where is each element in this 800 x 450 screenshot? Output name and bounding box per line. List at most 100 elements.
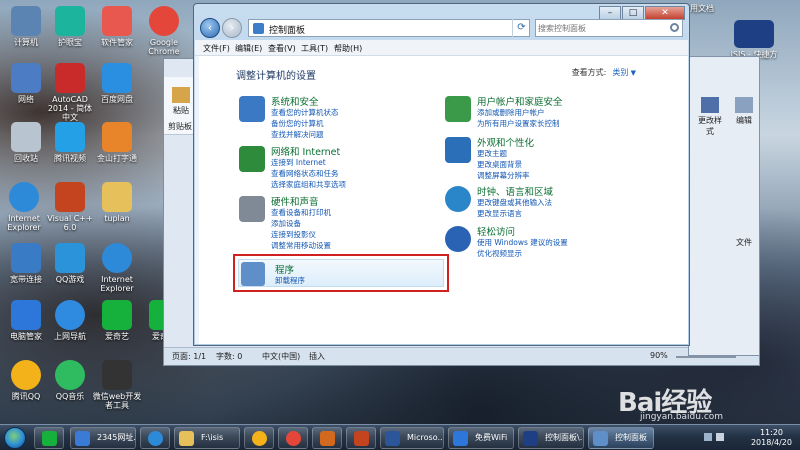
chrome-icon bbox=[149, 6, 179, 36]
search-input[interactable] bbox=[538, 21, 664, 35]
link-parental-controls[interactable]: 为所有用户设置家长控制 bbox=[477, 118, 560, 129]
desktop-icon-isis[interactable]: ISIS - 快捷方 bbox=[712, 20, 796, 59]
taskbar-iqiyi[interactable] bbox=[34, 427, 64, 449]
view-by-value[interactable]: 类别 bbox=[612, 68, 628, 77]
taskbar-wifi[interactable]: 免费WiFi bbox=[448, 427, 514, 449]
menu-edit[interactable]: 编辑(E) bbox=[235, 43, 262, 54]
zoom-slider[interactable] bbox=[676, 356, 736, 358]
desktop-icon-vc[interactable]: Visual C++ 6.0 bbox=[44, 182, 96, 232]
desktop-icon-software-manager[interactable]: 软件管家 bbox=[91, 6, 143, 47]
forward-button[interactable]: › bbox=[222, 18, 242, 38]
category-hardware-sound: 硬件和声音 查看设备和打印机 添加设备 连接到投影仪 调整常用移动设置 bbox=[239, 194, 439, 252]
desktop-icon-ie[interactable]: Internet Explorer bbox=[0, 182, 50, 232]
baidu-netdisk-icon bbox=[102, 63, 132, 93]
clock-globe-icon bbox=[445, 186, 471, 212]
menu-view[interactable]: 查看(V) bbox=[268, 43, 296, 54]
link-display-language[interactable]: 更改显示语言 bbox=[477, 208, 522, 219]
close-button[interactable]: ✕ bbox=[645, 6, 685, 20]
status-zoom[interactable]: 90% bbox=[650, 351, 668, 360]
desktop-icon-wechat-devtools[interactable]: 微信web开发者工具 bbox=[91, 360, 143, 410]
content-edge bbox=[195, 56, 199, 344]
desktop-icon-autocad[interactable]: AutoCAD 2014 - 简体中文 bbox=[44, 63, 96, 122]
vc-icon bbox=[354, 431, 369, 446]
category-programs[interactable]: 程序 卸载程序 bbox=[238, 259, 444, 287]
link-connect-internet[interactable]: 连接到 Internet bbox=[271, 157, 326, 168]
taskbar-control-panel-isis[interactable]: 控制面板\... bbox=[518, 427, 584, 449]
desktop-icon-tencent-video[interactable]: 腾讯视频 bbox=[44, 122, 96, 163]
computer-icon bbox=[11, 6, 41, 36]
clock[interactable]: 11:20 2018/4/20 bbox=[751, 428, 792, 448]
taskbar-vc[interactable] bbox=[346, 427, 376, 449]
link-desktop-background[interactable]: 更改桌面背景 bbox=[477, 159, 522, 170]
clock-time: 11:20 bbox=[759, 428, 784, 437]
taskbar-control-panel[interactable]: 控制面板 bbox=[588, 427, 654, 449]
taskbar-qq[interactable] bbox=[244, 427, 274, 449]
link-uninstall-program[interactable]: 卸载程序 bbox=[275, 275, 305, 286]
link-network-status[interactable]: 查看网络状态和任务 bbox=[271, 168, 339, 179]
link-screen-resolution[interactable]: 调整屏幕分辨率 bbox=[477, 170, 530, 181]
menu-help[interactable]: 帮助(H) bbox=[334, 43, 362, 54]
link-homegroup[interactable]: 选择家庭组和共享选项 bbox=[271, 179, 346, 190]
chevron-down-icon: ▼ bbox=[628, 69, 636, 77]
category-appearance: 外观和个性化 更改主题 更改桌面背景 调整屏幕分辨率 bbox=[445, 135, 645, 183]
link-mobility[interactable]: 调整常用移动设置 bbox=[271, 240, 331, 251]
search-box[interactable] bbox=[535, 19, 683, 37]
link-add-remove-accounts[interactable]: 添加或删除用户帐户 bbox=[477, 107, 545, 118]
maximize-button[interactable]: □ bbox=[622, 6, 644, 20]
refresh-button[interactable]: ⟳ bbox=[512, 19, 530, 37]
folder-icon bbox=[102, 182, 132, 212]
taskbar-ie[interactable] bbox=[140, 427, 170, 449]
address-bar[interactable]: 控制面板 bbox=[248, 19, 530, 37]
menu-tools[interactable]: 工具(T) bbox=[301, 43, 328, 54]
desktop-icon-folder[interactable]: tuplan bbox=[91, 182, 143, 223]
link-add-device[interactable]: 添加设备 bbox=[271, 218, 301, 229]
desktop-icon-qq-game[interactable]: QQ游戏 bbox=[44, 243, 96, 284]
taskbar-media[interactable] bbox=[312, 427, 342, 449]
status-mode[interactable]: 插入 bbox=[309, 351, 325, 362]
desktop-icon-qq-music[interactable]: QQ音乐 bbox=[44, 360, 96, 401]
desktop-label-doc[interactable]: 用文档 bbox=[690, 4, 746, 13]
desktop-icon-baidu-netdisk[interactable]: 百度网盘 bbox=[91, 63, 143, 104]
link-projector[interactable]: 连接到投影仪 bbox=[271, 229, 316, 240]
desktop-icon-eye-care[interactable]: 护眼宝 bbox=[44, 6, 96, 47]
link-optimize-display[interactable]: 优化视频显示 bbox=[477, 248, 522, 259]
back-button[interactable]: ‹ bbox=[200, 18, 220, 38]
link-change-theme[interactable]: 更改主题 bbox=[477, 148, 507, 159]
desktop-icon-typing[interactable]: 金山打字通 bbox=[91, 122, 143, 163]
users-icon bbox=[445, 96, 471, 122]
styles-icon bbox=[701, 97, 719, 113]
search-icon bbox=[670, 23, 679, 32]
view-by[interactable]: 查看方式: 类别 ▼ bbox=[572, 67, 636, 78]
edit-button[interactable]: 编辑 bbox=[729, 97, 759, 126]
word-window-right[interactable]: 更改样式 编辑 文件 bbox=[688, 56, 760, 356]
programs-icon bbox=[241, 262, 265, 286]
paste-button[interactable]: 粘贴 bbox=[166, 87, 196, 116]
link-input-methods[interactable]: 更改键盘或其他输入法 bbox=[477, 197, 552, 208]
link-troubleshoot[interactable]: 查找并解决问题 bbox=[271, 129, 324, 140]
change-styles-button[interactable]: 更改样式 bbox=[695, 97, 725, 137]
pc-manager-icon bbox=[11, 300, 41, 330]
link-backup[interactable]: 备份您的计算机 bbox=[271, 118, 324, 129]
desktop-icon-ie-2[interactable]: Internet Explorer bbox=[91, 243, 143, 293]
control-panel-window[interactable]: – □ ✕ ‹ › 控制面板 ⟳ 文件(F) 编辑(E) 查看(V) 工具(T)… bbox=[193, 3, 690, 346]
menu-file[interactable]: 文件(F) bbox=[203, 43, 230, 54]
volume-icon[interactable] bbox=[716, 433, 724, 441]
desktop-icon-chrome[interactable]: Google Chrome bbox=[138, 6, 190, 56]
programs-title[interactable]: 程序 bbox=[275, 262, 294, 276]
link-view-status[interactable]: 查看您的计算机状态 bbox=[271, 107, 339, 118]
desktop-icon-web-nav[interactable]: 上网导航 bbox=[44, 300, 96, 341]
page-title: 调整计算机的设置 bbox=[236, 71, 316, 82]
minimize-button[interactable]: – bbox=[599, 6, 621, 20]
taskbar-chrome[interactable] bbox=[278, 427, 308, 449]
taskbar-2345[interactable]: 2345网址... bbox=[70, 427, 136, 449]
desktop-icon-iqiyi[interactable]: 爱奇艺 bbox=[91, 300, 143, 341]
taskbar-explorer[interactable]: F:\isis bbox=[174, 427, 240, 449]
taskbar-word[interactable]: Microso... bbox=[380, 427, 444, 449]
typing-icon bbox=[102, 122, 132, 152]
network-status-icon[interactable] bbox=[704, 433, 712, 441]
start-button[interactable] bbox=[4, 427, 26, 449]
status-page: 页面: 1/1 bbox=[172, 352, 207, 361]
baidu-watermark: Bai经验 jingyan.baidu.com bbox=[618, 388, 724, 422]
link-devices-printers[interactable]: 查看设备和打印机 bbox=[271, 207, 331, 218]
link-recommended-settings[interactable]: 使用 Windows 建议的设置 bbox=[477, 237, 568, 248]
